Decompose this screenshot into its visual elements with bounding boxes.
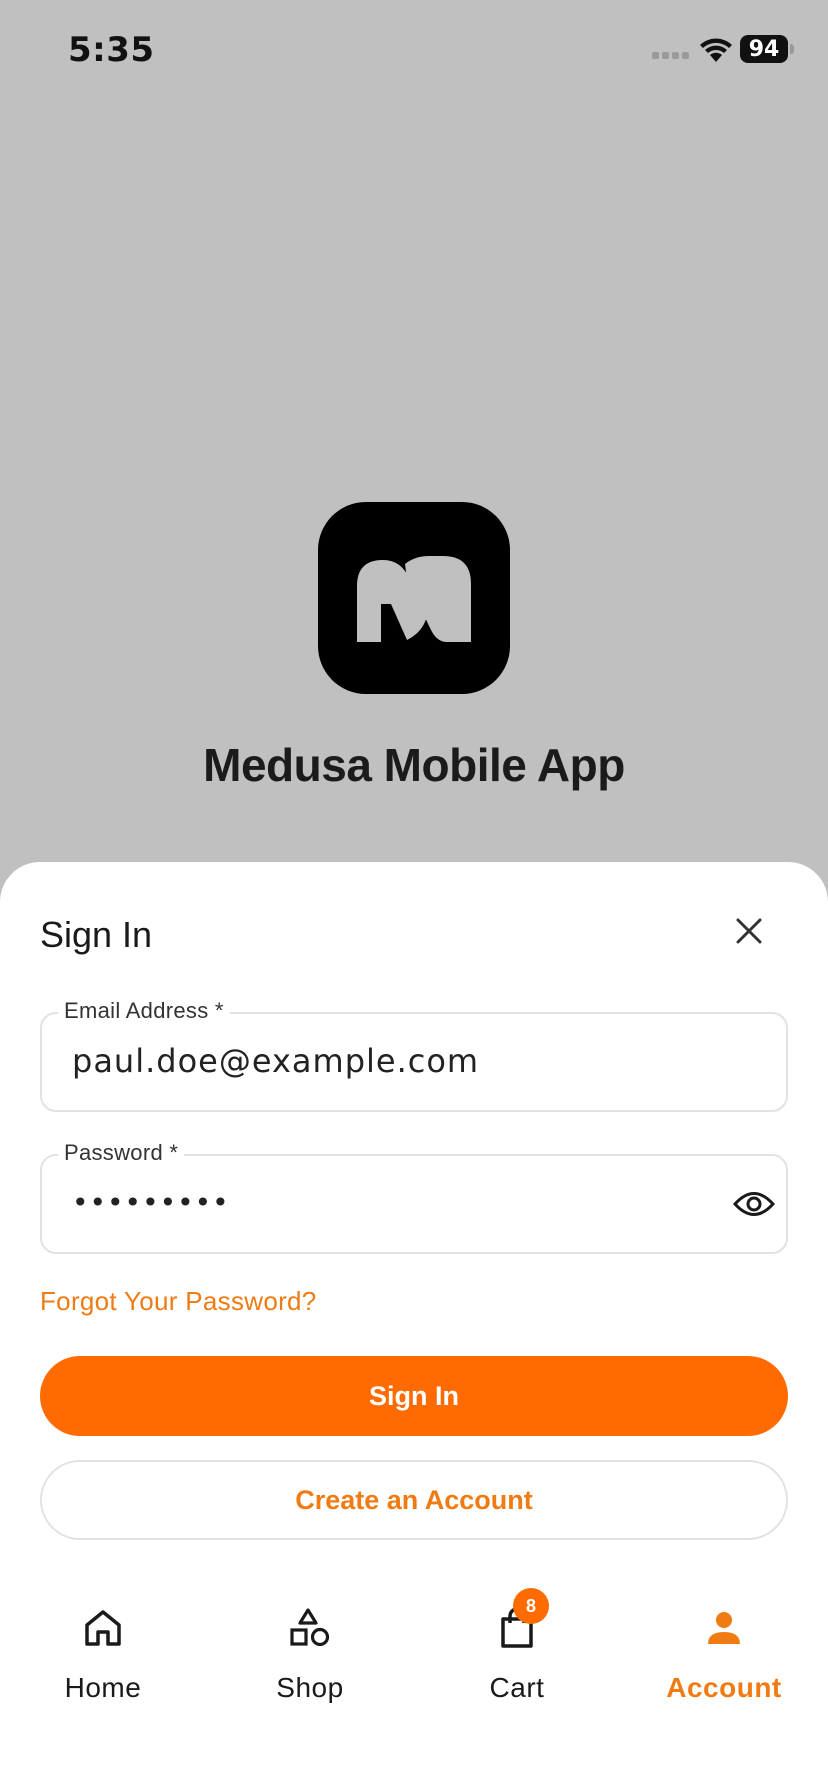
tab-home[interactable]: Home (13, 1590, 193, 1710)
tab-account-label: Account (666, 1672, 782, 1703)
status-bar: 5:35 94 (0, 0, 828, 100)
tab-account[interactable]: Account (634, 1590, 814, 1710)
forgot-password-link[interactable]: Forgot Your Password? (40, 1286, 317, 1317)
bottom-tab-bar: Home Shop 8 Cart Account (0, 1588, 828, 1710)
sign-in-button[interactable]: Sign In (40, 1356, 788, 1436)
battery-cap (790, 44, 794, 54)
app-logo (318, 502, 510, 694)
home-icon (85, 1610, 121, 1646)
email-field[interactable]: Email Address * paul.doe@example.com (40, 998, 788, 1112)
tab-home-label: Home (64, 1672, 142, 1703)
close-button[interactable] (728, 910, 770, 952)
status-time: 5:35 (68, 30, 155, 70)
wifi-icon (700, 38, 732, 62)
sign-in-button-label: Sign In (369, 1380, 459, 1411)
create-account-button-label: Create an Account (295, 1484, 533, 1515)
cart-badge: 8 (513, 1588, 549, 1624)
tab-shop-label: Shop (276, 1672, 344, 1703)
app-title: Medusa Mobile App (203, 739, 625, 791)
battery-icon: 94 (740, 35, 788, 63)
sign-in-screen: 5:35 94 Medusa Mobile App Sign In Email … (0, 0, 828, 1792)
tab-cart[interactable]: 8 Cart (427, 1588, 607, 1710)
password-field[interactable]: Password * ••••••••• (40, 1140, 788, 1254)
cellular-signal-icon (652, 52, 689, 59)
person-icon (708, 1612, 740, 1644)
tab-cart-label: Cart (489, 1672, 545, 1703)
create-account-button[interactable]: Create an Account (40, 1460, 788, 1540)
medusa-logo-icon (357, 556, 471, 642)
password-label: Password * (58, 1140, 185, 1166)
close-icon (736, 918, 762, 944)
shapes-icon (290, 1608, 330, 1647)
email-input[interactable]: paul.doe@example.com (72, 1042, 479, 1080)
password-input[interactable]: ••••••••• (72, 1186, 230, 1219)
show-password-button[interactable] (732, 1186, 776, 1222)
sheet-title: Sign In (40, 914, 153, 955)
tab-shop[interactable]: Shop (220, 1590, 400, 1710)
eye-icon (733, 1192, 775, 1216)
email-label: Email Address * (58, 998, 230, 1024)
